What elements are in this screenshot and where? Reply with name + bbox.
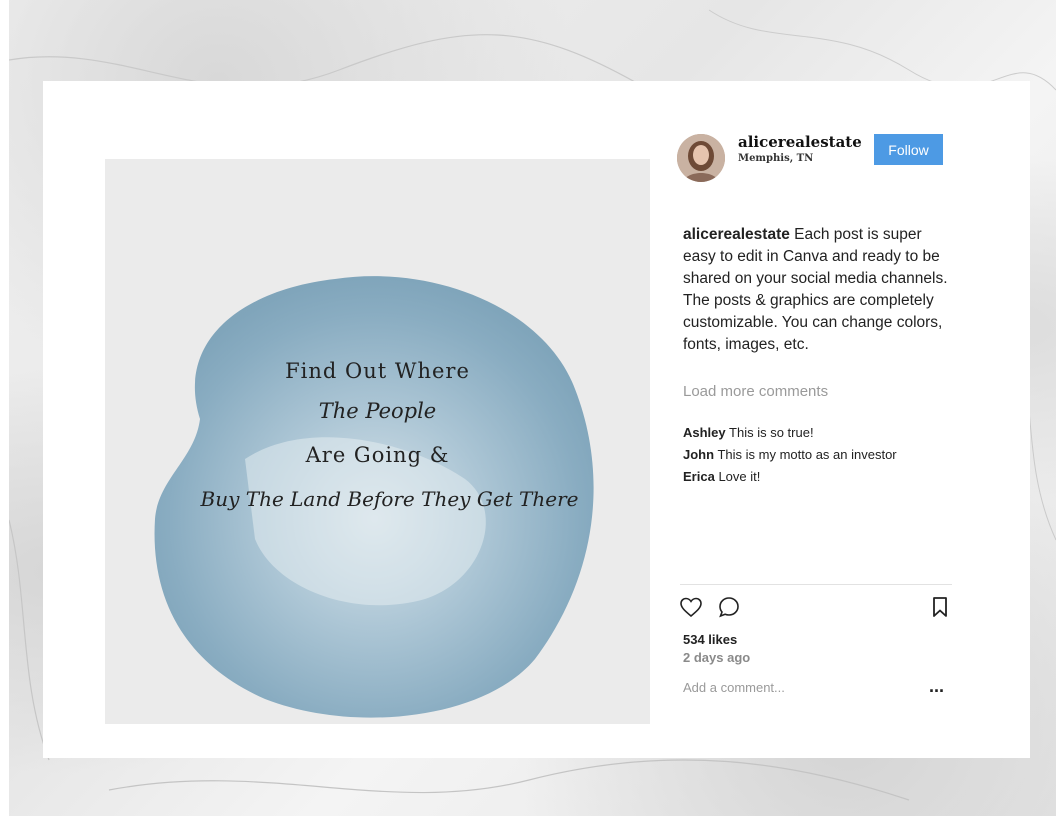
comment-user[interactable]: John [683, 447, 714, 462]
more-options-button[interactable]: ... [929, 676, 944, 697]
caption-text: Each post is super easy to edit in Canva… [683, 226, 948, 353]
comment-text: This is so true! [729, 425, 814, 440]
comment-item: Ashley This is so true! [683, 425, 814, 440]
follow-button[interactable]: Follow [874, 134, 943, 165]
divider [680, 584, 952, 585]
comment-text: Love it! [718, 469, 761, 484]
avatar[interactable] [677, 134, 725, 182]
bookmark-icon[interactable] [930, 596, 950, 618]
likes-count[interactable]: 534 likes [683, 632, 737, 647]
caption-username[interactable]: alicerealestate [683, 226, 790, 243]
comment-user[interactable]: Erica [683, 469, 715, 484]
post-timestamp: 2 days ago [683, 650, 751, 665]
comment-icon[interactable] [717, 595, 741, 619]
profile-username[interactable]: alicerealestate [738, 133, 862, 151]
comment-item: John This is my motto as an investor [683, 447, 897, 462]
post-image[interactable]: Find Out Where The People Are Going & Bu… [105, 159, 650, 724]
heart-icon[interactable] [679, 595, 703, 619]
quote-line-4: Buy The Land Before They Get There [200, 487, 579, 511]
caption: alicerealestate Each post is super easy … [683, 224, 955, 356]
comment-item: Erica Love it! [683, 469, 760, 484]
quote-line-2: The People [318, 399, 437, 423]
watercolor-blob [154, 276, 594, 718]
profile-photo [677, 134, 725, 182]
add-comment-input[interactable] [683, 680, 913, 695]
quote-line-3: Are Going & [305, 443, 450, 467]
load-more-comments-link[interactable]: Load more comments [683, 383, 828, 400]
comment-text: This is my motto as an investor [717, 447, 897, 462]
quote-line-1: Find Out Where [285, 359, 470, 383]
profile-location: Memphis, TN [738, 153, 814, 164]
comment-user[interactable]: Ashley [683, 425, 726, 440]
